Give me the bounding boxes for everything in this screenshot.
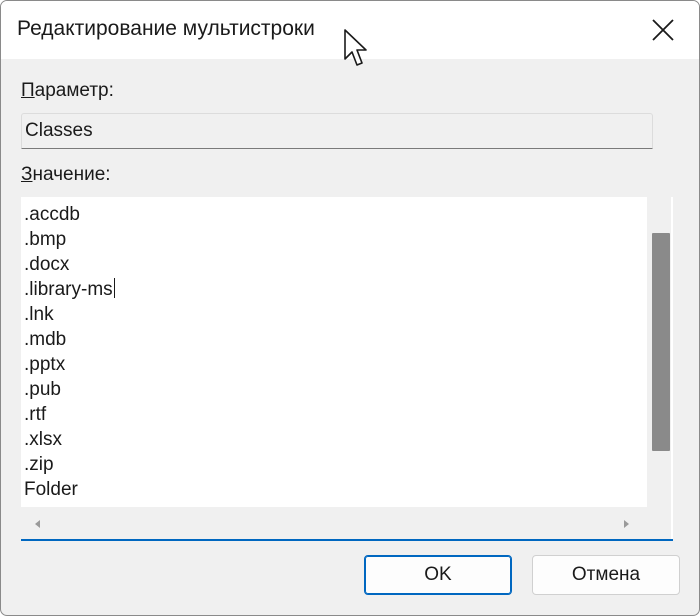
value-line: .zip — [24, 454, 54, 475]
value-line: .mdb — [24, 329, 67, 350]
close-icon — [652, 19, 674, 41]
text-caret — [113, 278, 115, 298]
ok-button[interactable]: OK — [364, 555, 512, 595]
vertical-scrollbar[interactable] — [647, 197, 671, 507]
value-line: .docx — [24, 254, 70, 275]
vertical-scroll-thumb[interactable] — [652, 233, 670, 451]
close-button[interactable] — [627, 1, 699, 59]
param-label-accelerator: П — [21, 80, 35, 101]
multistring-edit-dialog: Редактирование мультистроки Параметр: Cl… — [0, 0, 700, 616]
param-label: Параметр: — [21, 80, 114, 102]
value-line: .lnk — [24, 304, 54, 325]
value-line: .xlsx — [24, 429, 62, 450]
mouse-pointer-icon — [344, 29, 367, 66]
scroll-left-arrow-icon[interactable] — [33, 519, 43, 529]
dialog-title: Редактирование мультистроки — [17, 17, 315, 40]
param-name-field[interactable]: Classes — [21, 113, 653, 149]
value-line: Folder — [24, 479, 78, 500]
param-name-value: Classes — [25, 120, 93, 141]
value-line: .library-ms — [24, 278, 115, 300]
value-label: Значение: — [21, 164, 111, 186]
param-label-text: араметр: — [34, 80, 114, 101]
value-line: .accdb — [24, 204, 80, 225]
value-label-text: начение: — [32, 164, 111, 185]
scroll-right-arrow-icon[interactable] — [621, 519, 631, 529]
cancel-button[interactable]: Отмена — [532, 555, 680, 595]
value-line: .pptx — [24, 354, 66, 375]
value-label-accelerator: З — [21, 164, 33, 185]
value-lines: .accdb .bmp .docx .library-ms .lnk .mdb .pptx.… — [24, 202, 644, 502]
value-line: .bmp — [24, 229, 67, 250]
value-line: .pub — [24, 379, 61, 400]
scrollbar-corner — [647, 507, 671, 539]
horizontal-scrollbar[interactable] — [21, 507, 647, 539]
value-line: .rtf — [24, 404, 47, 425]
value-textarea[interactable]: .accdb .bmp .docx .library-ms .lnk .mdb .pptx.… — [21, 197, 673, 541]
